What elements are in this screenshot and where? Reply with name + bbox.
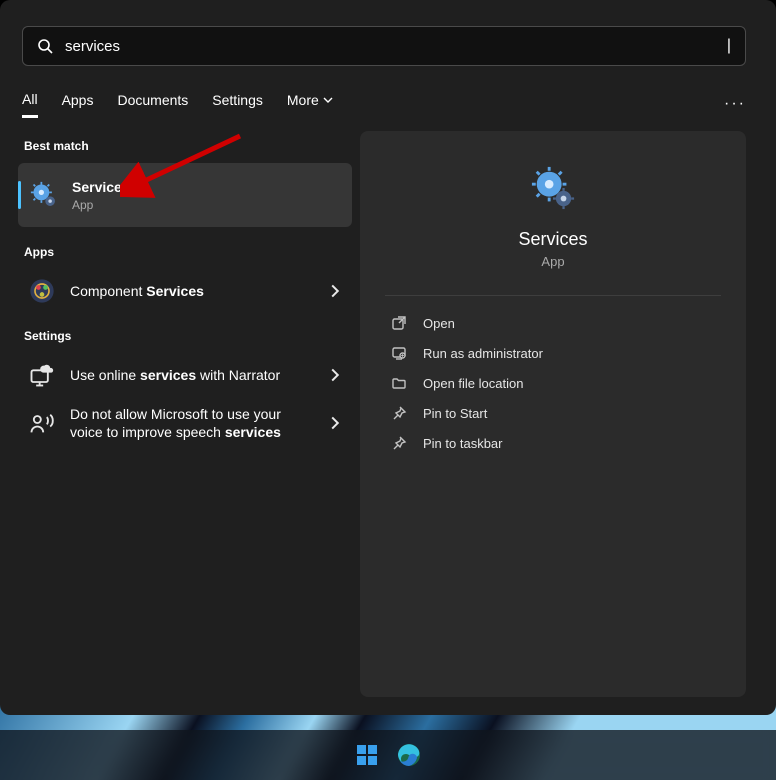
monitor-cloud-icon <box>28 361 56 389</box>
filter-tabs: All Apps Documents Settings More ··· <box>22 88 746 120</box>
text-cursor: | <box>727 37 731 55</box>
gear-icon <box>30 181 58 209</box>
gear-icon <box>530 165 576 211</box>
preview-subtitle: App <box>541 254 564 269</box>
taskbar <box>0 730 776 780</box>
search-icon <box>37 38 53 54</box>
result-narrator-services[interactable]: Use online services with Narrator <box>18 353 352 397</box>
tab-more[interactable]: More <box>287 92 333 116</box>
tab-settings[interactable]: Settings <box>212 92 263 116</box>
results-list: Best match Services App Apps Component S… <box>18 131 352 697</box>
pin-icon <box>391 435 407 451</box>
tab-all[interactable]: All <box>22 91 38 118</box>
edge-browser-button[interactable] <box>395 741 423 769</box>
divider <box>385 295 721 296</box>
chevron-right-icon <box>328 284 342 298</box>
open-icon <box>391 315 407 331</box>
chevron-right-icon <box>328 368 342 382</box>
action-pin-taskbar[interactable]: Pin to taskbar <box>385 428 721 458</box>
shield-icon <box>391 345 407 361</box>
section-settings: Settings <box>18 321 352 353</box>
action-label: Open file location <box>423 376 523 391</box>
action-label: Run as administrator <box>423 346 543 361</box>
action-open-location[interactable]: Open file location <box>385 368 721 398</box>
chevron-down-icon <box>323 95 333 105</box>
action-open[interactable]: Open <box>385 308 721 338</box>
preview-actions: Open Run as administrator Open file loca… <box>385 308 721 458</box>
action-label: Pin to Start <box>423 406 487 421</box>
preview-title: Services <box>518 229 587 250</box>
action-label: Open <box>423 316 455 331</box>
component-services-icon <box>28 277 56 305</box>
result-title: Component Services <box>70 282 328 300</box>
result-services-app[interactable]: Services App <box>18 163 352 227</box>
result-title: Services <box>72 178 342 196</box>
result-title: Use online services with Narrator <box>70 366 328 384</box>
search-box[interactable]: | <box>22 26 746 66</box>
action-label: Pin to taskbar <box>423 436 503 451</box>
section-apps: Apps <box>18 237 352 269</box>
overflow-menu-button[interactable]: ··· <box>724 95 746 113</box>
result-subtitle: App <box>72 197 342 213</box>
voice-person-icon <box>28 409 56 437</box>
pin-icon <box>391 405 407 421</box>
action-pin-start[interactable]: Pin to Start <box>385 398 721 428</box>
start-button[interactable] <box>353 741 381 769</box>
start-search-panel: | All Apps Documents Settings More ··· B… <box>0 0 776 715</box>
search-input[interactable] <box>65 38 725 55</box>
tab-apps[interactable]: Apps <box>62 92 94 116</box>
preview-pane: Services App Open Run as administrator O… <box>360 131 746 697</box>
result-component-services[interactable]: Component Services <box>18 269 352 313</box>
result-speech-services[interactable]: Do not allow Microsoft to use your voice… <box>18 397 352 449</box>
folder-icon <box>391 375 407 391</box>
section-best-match: Best match <box>18 131 352 163</box>
chevron-right-icon <box>328 416 342 430</box>
action-run-admin[interactable]: Run as administrator <box>385 338 721 368</box>
result-title: Do not allow Microsoft to use your voice… <box>70 405 290 441</box>
tab-documents[interactable]: Documents <box>117 92 188 116</box>
